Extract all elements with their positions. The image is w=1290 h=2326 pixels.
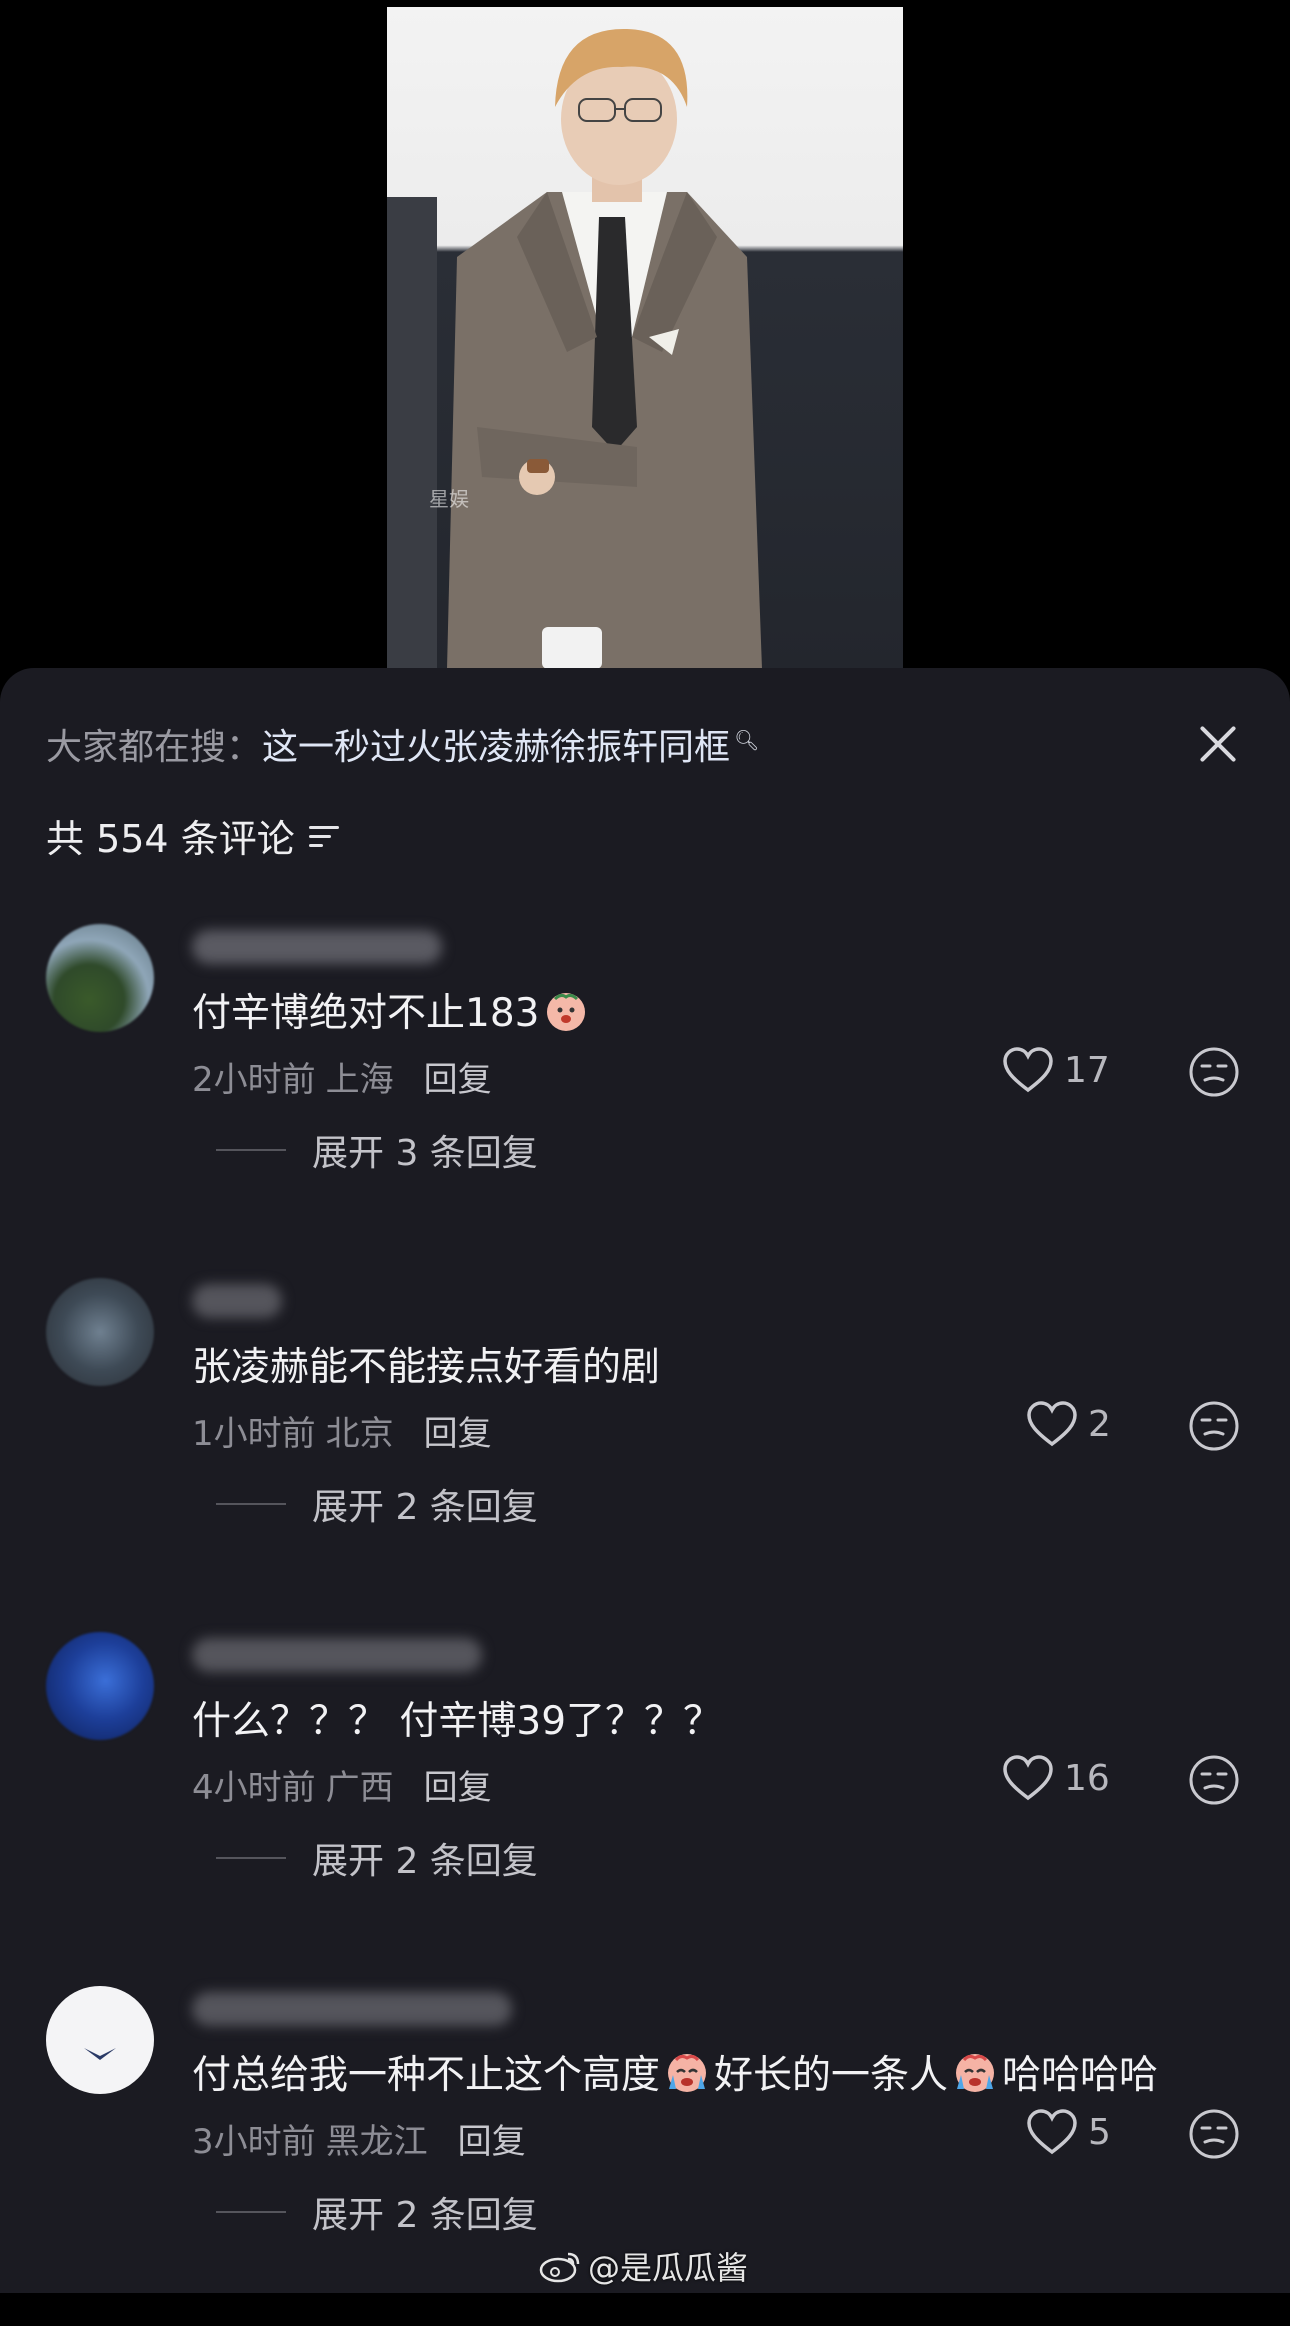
comment-text-part2: 好长的一条人 xyxy=(714,2053,949,2098)
video-watermark: 星娱 xyxy=(429,487,469,511)
reply-button[interactable]: 回复 xyxy=(424,1768,492,1808)
heart-icon xyxy=(1027,2109,1077,2155)
sort-filter-icon[interactable] xyxy=(308,822,341,850)
comment-item: 什么？？？ 付辛博39了？？？ 4小时前 广西 回复 16 展开 2 条回复 xyxy=(0,1632,1290,1972)
avatar[interactable] xyxy=(46,1986,154,2094)
like-button[interactable]: 5 xyxy=(1026,2108,1111,2156)
username-blurred[interactable] xyxy=(192,930,442,964)
comment-item: 付辛博绝对不止183 2小时前 上海 回复 17 展开 3 条回复 xyxy=(0,924,1290,1264)
comment-text: 付辛博绝对不止183 xyxy=(192,982,593,1038)
comment-text-part3: 哈哈哈哈 xyxy=(1002,2053,1159,2098)
comment-time: 1小时前 xyxy=(192,1414,316,1454)
expand-replies-label: 展开 2 条回复 xyxy=(312,1487,538,1528)
expand-replies-button[interactable]: 展开 2 条回复 xyxy=(216,2186,538,2238)
comment-text-part1: 付总给我一种不止这个高度 xyxy=(192,2053,661,2098)
meh-face-icon[interactable] xyxy=(1188,1400,1240,1452)
expand-divider-line xyxy=(216,1857,286,1859)
search-icon: 🔍︎ xyxy=(734,728,760,752)
like-count: 16 xyxy=(1064,1757,1110,1799)
comment-meta: 4小时前 广西 回复 xyxy=(192,1760,492,1809)
expand-divider-line xyxy=(216,2211,286,2213)
expand-replies-button[interactable]: 展开 3 条回复 xyxy=(216,1124,538,1176)
heart-icon xyxy=(1027,1401,1077,1447)
expand-divider-line xyxy=(216,1503,286,1505)
comment-meta: 2小时前 上海 回复 xyxy=(192,1052,492,1101)
comment-count: 共 554 条评论 xyxy=(46,817,295,861)
expand-divider-line xyxy=(216,1149,286,1151)
like-button[interactable]: 16 xyxy=(1002,1754,1110,1802)
avatar-logo-icon xyxy=(84,2048,116,2060)
comment-sheet: 大家都在搜：这一秒过火张凌赫徐振轩同框 🔍︎ 共 554 条评论 付辛博绝对不止1… xyxy=(0,668,1290,2293)
expand-replies-label: 展开 3 条回复 xyxy=(312,1133,538,1174)
heart-icon xyxy=(1003,1755,1053,1801)
comment-location: 黑龙江 xyxy=(325,2122,428,2162)
comment-time: 4小时前 xyxy=(192,1768,316,1808)
meh-face-icon[interactable] xyxy=(1188,1754,1240,1806)
comment-item: 张凌赫能不能接点好看的剧 1小时前 北京 回复 2 展开 2 条回复 xyxy=(0,1278,1290,1618)
reply-button[interactable]: 回复 xyxy=(424,1060,492,1100)
avatar[interactable] xyxy=(46,1278,154,1386)
reply-button[interactable]: 回复 xyxy=(424,1414,492,1454)
trending-search-prefix: 大家都在搜： xyxy=(46,727,263,768)
like-button[interactable]: 17 xyxy=(1002,1046,1110,1094)
comment-location: 广西 xyxy=(325,1768,394,1808)
username-blurred[interactable] xyxy=(192,1638,482,1672)
comment-count-row[interactable]: 共 554 条评论 xyxy=(46,808,341,863)
weibo-watermark: @是瓜瓜酱 xyxy=(538,2243,748,2289)
comment-text-content: 张凌赫能不能接点好看的剧 xyxy=(192,1345,661,1390)
weibo-icon xyxy=(539,2252,580,2283)
username-blurred[interactable] xyxy=(192,1992,512,2026)
meh-face-icon[interactable] xyxy=(1188,1046,1240,1098)
comment-location: 上海 xyxy=(325,1060,394,1100)
comment-text: 张凌赫能不能接点好看的剧 xyxy=(192,1336,660,1392)
loudly-crying-emoji xyxy=(668,2054,707,2092)
expand-replies-button[interactable]: 展开 2 条回复 xyxy=(216,1832,538,1884)
reply-button[interactable]: 回复 xyxy=(458,2122,526,2162)
username-blurred[interactable] xyxy=(192,1284,282,1318)
meh-face-icon[interactable] xyxy=(1188,2108,1240,2160)
expand-replies-label: 展开 2 条回复 xyxy=(312,2195,538,2236)
comment-text: 付总给我一种不止这个高度 好长的一条人 哈哈哈哈 xyxy=(192,2044,1158,2100)
avatar[interactable] xyxy=(46,924,154,1032)
like-count: 2 xyxy=(1088,1403,1111,1445)
heart-icon xyxy=(1003,1047,1053,1093)
like-count: 5 xyxy=(1088,2111,1111,2153)
avatar[interactable] xyxy=(46,1632,154,1740)
close-icon[interactable] xyxy=(1186,712,1250,776)
video-player[interactable]: 星娱 xyxy=(0,0,1290,700)
video-frame[interactable]: 星娱 xyxy=(387,7,903,669)
watermark-text: @是瓜瓜酱 xyxy=(588,2249,749,2287)
trending-search-row[interactable]: 大家都在搜：这一秒过火张凌赫徐振轩同框 🔍︎ xyxy=(46,718,759,770)
loudly-crying-emoji xyxy=(956,2054,995,2092)
video-thumbnail-figure xyxy=(387,28,762,669)
comment-text-content: 付辛博绝对不止183 xyxy=(192,991,540,1036)
crying-face-emoji xyxy=(547,993,586,1031)
comment-location: 北京 xyxy=(325,1414,394,1454)
comment-text-content: 什么？？？ 付辛博39了？？？ xyxy=(192,1699,723,1744)
comment-meta: 1小时前 北京 回复 xyxy=(192,1406,492,1455)
comment-time: 2小时前 xyxy=(192,1060,316,1100)
expand-replies-button[interactable]: 展开 2 条回复 xyxy=(216,1478,538,1530)
expand-replies-label: 展开 2 条回复 xyxy=(312,1841,538,1882)
comment-meta: 3小时前 黑龙江 回复 xyxy=(192,2114,526,2163)
like-count: 17 xyxy=(1064,1049,1110,1091)
comment-time: 3小时前 xyxy=(192,2122,316,2162)
like-button[interactable]: 2 xyxy=(1026,1400,1111,1448)
trending-search-link[interactable]: 这一秒过火张凌赫徐振轩同框 xyxy=(262,727,730,768)
comment-text: 什么？？？ 付辛博39了？？？ xyxy=(192,1690,722,1746)
